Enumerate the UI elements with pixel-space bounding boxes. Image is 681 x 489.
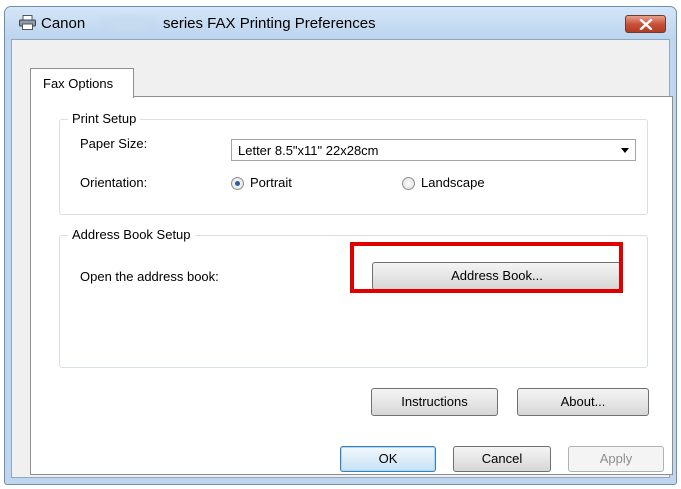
instructions-button[interactable]: Instructions — [371, 388, 498, 416]
window-title-prefix: Canon — [41, 15, 86, 32]
printer-icon — [19, 15, 36, 30]
dialog-window: Canon series FAX Printing Preferences Fa… — [4, 6, 677, 485]
ok-button[interactable]: OK — [340, 446, 436, 472]
paper-size-value: Letter 8.5"x11" 22x28cm — [238, 143, 379, 158]
print-setup-title: Print Setup — [68, 111, 141, 126]
address-book-button[interactable]: Address Book... — [372, 262, 622, 290]
window-title-suffix: series FAX Printing Preferences — [163, 15, 376, 32]
address-book-title: Address Book Setup — [68, 227, 195, 242]
paper-size-select[interactable]: Letter 8.5"x11" 22x28cm — [231, 139, 636, 161]
dialog-client-area: Fax Options Print Setup Paper Size: Lett… — [11, 39, 673, 478]
portrait-radio[interactable] — [231, 177, 244, 190]
dropdown-arrow-icon — [621, 148, 629, 153]
landscape-radio[interactable] — [402, 177, 415, 190]
close-button[interactable] — [625, 15, 666, 33]
tab-panel: Print Setup Paper Size: Letter 8.5"x11" … — [30, 96, 673, 475]
open-address-book-label: Open the address book: — [80, 269, 219, 284]
orientation-label: Orientation: — [80, 175, 148, 190]
landscape-label: Landscape — [421, 175, 485, 190]
cancel-button[interactable]: Cancel — [453, 446, 551, 472]
close-icon — [639, 19, 653, 30]
print-setup-group: Print Setup Paper Size: Letter 8.5"x11" … — [59, 111, 648, 215]
tab-fax-options[interactable]: Fax Options — [30, 68, 134, 98]
paper-size-label: Paper Size: — [80, 136, 148, 151]
portrait-label: Portrait — [250, 175, 292, 190]
redacted-model-name — [101, 16, 157, 31]
apply-button: Apply — [568, 446, 664, 472]
about-button[interactable]: About... — [517, 388, 649, 416]
tab-label: Fax Options — [43, 76, 114, 91]
title-bar[interactable]: Canon series FAX Printing Preferences — [5, 7, 676, 39]
address-book-group: Address Book Setup Open the address book… — [59, 227, 648, 368]
